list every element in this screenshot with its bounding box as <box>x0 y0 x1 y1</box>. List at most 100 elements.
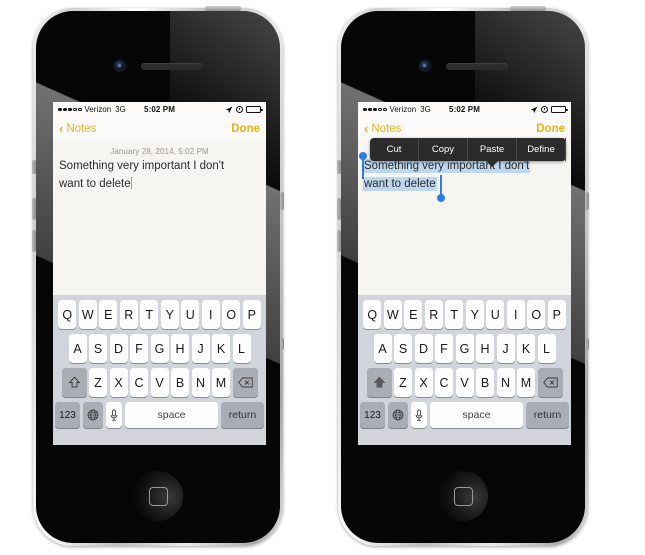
key-E[interactable]: E <box>404 300 423 329</box>
note-text-content[interactable]: Cut Copy Paste Define Something very imp… <box>359 138 566 202</box>
key-J[interactable]: J <box>191 334 210 363</box>
key-Q[interactable]: Q <box>58 300 77 329</box>
key-W[interactable]: W <box>383 300 402 329</box>
key-D[interactable]: D <box>109 334 128 363</box>
key-G[interactable]: G <box>150 334 169 363</box>
key-G[interactable]: G <box>455 334 474 363</box>
done-button[interactable]: Done <box>536 123 565 135</box>
key-H[interactable]: H <box>476 334 494 363</box>
key-I[interactable]: I <box>201 300 220 329</box>
signal-strength-icon <box>58 107 82 112</box>
key-X[interactable]: X <box>414 368 433 397</box>
home-button[interactable] <box>438 471 488 521</box>
back-to-notes-button[interactable]: ‹ Notes <box>364 122 401 135</box>
space-key[interactable]: space <box>125 402 218 428</box>
key-H[interactable]: H <box>171 334 189 363</box>
key-B[interactable]: B <box>476 368 494 397</box>
selection-handle-start-knob[interactable] <box>359 152 367 160</box>
key-F[interactable]: F <box>435 334 453 363</box>
selection-handle-end[interactable] <box>437 175 445 202</box>
key-Z[interactable]: Z <box>89 368 107 397</box>
key-O[interactable]: O <box>222 300 241 329</box>
shift-key[interactable] <box>366 368 392 397</box>
key-F[interactable]: F <box>130 334 148 363</box>
selection-handle-start[interactable] <box>359 152 367 179</box>
key-D[interactable]: D <box>414 334 433 363</box>
key-T[interactable]: T <box>445 300 464 329</box>
key-V[interactable]: V <box>455 368 474 397</box>
key-L[interactable]: L <box>537 334 556 363</box>
copy-menu-item[interactable]: Copy <box>419 138 468 161</box>
key-Y[interactable]: Y <box>160 300 179 329</box>
key-S[interactable]: S <box>89 334 107 363</box>
key-L[interactable]: L <box>232 334 251 363</box>
key-M[interactable]: M <box>212 368 230 397</box>
key-Y[interactable]: Y <box>465 300 484 329</box>
key-C[interactable]: C <box>130 368 148 397</box>
dictation-key[interactable] <box>411 402 427 428</box>
space-key[interactable]: space <box>430 402 523 428</box>
delete-key[interactable] <box>232 368 258 397</box>
key-K[interactable]: K <box>517 334 535 363</box>
globe-key[interactable] <box>388 402 408 428</box>
paste-menu-item[interactable]: Paste <box>468 138 517 161</box>
globe-icon <box>87 409 99 421</box>
key-A[interactable]: A <box>68 334 87 363</box>
note-body[interactable]: January 28, 2014, 5:02 PM Something very… <box>53 147 266 302</box>
microphone-icon <box>110 408 118 421</box>
key-Z[interactable]: Z <box>394 368 412 397</box>
note-body[interactable]: January 28, 2014, 5:02 PM Cut Copy Paste… <box>358 138 571 302</box>
back-to-notes-button[interactable]: ‹ Notes <box>59 122 96 135</box>
key-T[interactable]: T <box>140 300 159 329</box>
status-clock: 5:02 PM <box>449 105 480 114</box>
keyboard-row-4: 123 space return <box>53 402 266 428</box>
key-N[interactable]: N <box>496 368 515 397</box>
define-menu-item[interactable]: Define <box>517 138 566 161</box>
note-text-content[interactable]: Something very important I don't want to… <box>59 160 224 190</box>
key-P[interactable]: P <box>547 300 566 329</box>
battery-icon <box>551 106 568 113</box>
key-P[interactable]: P <box>242 300 261 329</box>
shift-arrow-icon <box>373 376 385 388</box>
return-key[interactable]: return <box>221 402 264 428</box>
onscreen-keyboard[interactable]: Q W E R T Y U I O P A S D F G H J K L Z … <box>358 295 571 445</box>
text-edit-menu[interactable]: Cut Copy Paste Define <box>370 138 566 167</box>
shift-key[interactable] <box>61 368 87 397</box>
home-button[interactable] <box>133 471 183 521</box>
key-U[interactable]: U <box>181 300 200 329</box>
key-V[interactable]: V <box>150 368 169 397</box>
key-K[interactable]: K <box>212 334 230 363</box>
key-S[interactable]: S <box>394 334 412 363</box>
delete-key[interactable] <box>537 368 563 397</box>
numbers-key[interactable]: 123 <box>55 402 80 428</box>
key-R[interactable]: R <box>424 300 443 329</box>
dictation-key[interactable] <box>106 402 122 428</box>
key-I[interactable]: I <box>506 300 525 329</box>
key-M[interactable]: M <box>517 368 535 397</box>
earpiece-speaker <box>446 63 508 70</box>
keyboard-row-2: A S D F G H J K L <box>53 334 266 363</box>
selection-handle-end-knob[interactable] <box>437 194 445 202</box>
cut-menu-item[interactable]: Cut <box>370 138 419 161</box>
key-A[interactable]: A <box>373 334 392 363</box>
sim-tray-right <box>585 192 589 210</box>
key-J[interactable]: J <box>496 334 515 363</box>
microphone-icon <box>415 408 423 421</box>
key-U[interactable]: U <box>486 300 505 329</box>
onscreen-keyboard[interactable]: Q W E R T Y U I O P A S D F G H J K L Z … <box>53 295 266 445</box>
key-E[interactable]: E <box>99 300 118 329</box>
key-X[interactable]: X <box>109 368 128 397</box>
phone-screen-right: Verizon 3G 5:02 PM ‹ Notes Done Cut Copy… <box>358 102 571 445</box>
note-line-1: Something very important I don't <box>59 160 225 172</box>
key-B[interactable]: B <box>171 368 189 397</box>
numbers-key[interactable]: 123 <box>360 402 385 428</box>
key-N[interactable]: N <box>191 368 210 397</box>
key-R[interactable]: R <box>119 300 138 329</box>
key-Q[interactable]: Q <box>363 300 382 329</box>
key-W[interactable]: W <box>78 300 97 329</box>
done-button[interactable]: Done <box>231 123 260 135</box>
return-key[interactable]: return <box>526 402 569 428</box>
key-C[interactable]: C <box>435 368 453 397</box>
key-O[interactable]: O <box>527 300 546 329</box>
globe-key[interactable] <box>83 402 103 428</box>
